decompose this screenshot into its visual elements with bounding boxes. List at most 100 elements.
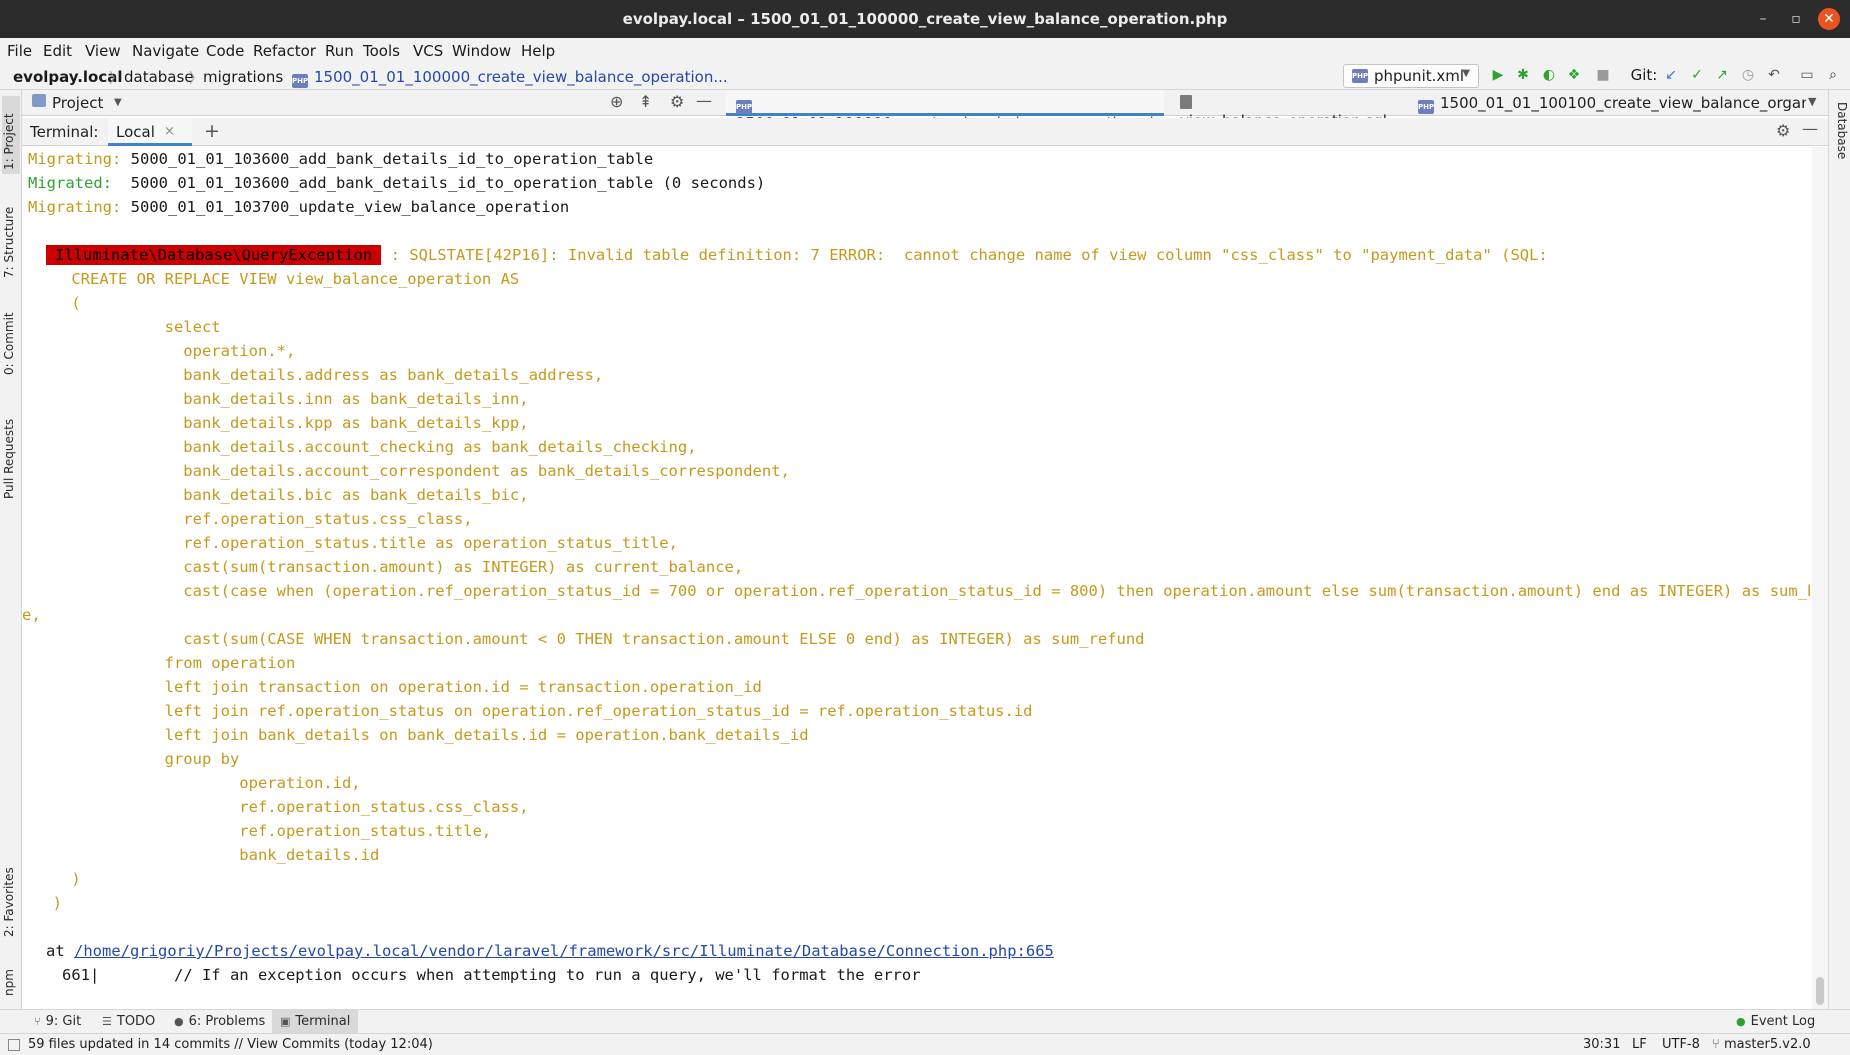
sql-file-icon bbox=[1180, 95, 1192, 109]
chevron-down-icon[interactable]: ▼ bbox=[114, 97, 122, 108]
sql-line: ) bbox=[34, 894, 62, 912]
project-panel-title[interactable]: Project bbox=[52, 94, 103, 112]
code-line: 661| // If an exception occurs when atte… bbox=[62, 963, 921, 987]
migrating-label: Migrating: bbox=[28, 198, 122, 216]
sql-line: select bbox=[34, 318, 221, 336]
editor-tabs: PHP1500_01_01_100000_create_view_balance… bbox=[716, 90, 1828, 132]
collapse-all-icon[interactable]: ⇞ bbox=[639, 92, 652, 111]
migration-name: 5000_01_01_103600_add_bank_details_id_to… bbox=[130, 174, 766, 192]
file-encoding[interactable]: UTF-8 bbox=[1662, 1037, 1700, 1052]
profile-icon[interactable]: ❖ bbox=[1565, 66, 1583, 84]
run-config-label: phpunit.xml bbox=[1374, 67, 1465, 85]
editor-tab[interactable]: view_balance_operation.sql✕ bbox=[1168, 90, 1404, 130]
hide-panel-icon[interactable]: — bbox=[1802, 119, 1818, 138]
tool-tab-problems[interactable]: ● 6: Problems bbox=[166, 1010, 273, 1034]
menu-view[interactable]: View bbox=[85, 42, 121, 60]
terminal-icon: ▣ bbox=[280, 1015, 291, 1028]
editor-tab-active[interactable]: PHP1500_01_01_100000_create_view_balance… bbox=[726, 90, 1185, 132]
scrollbar-thumb[interactable] bbox=[1816, 977, 1824, 1005]
tool-tab-label: 9: Git bbox=[45, 1014, 82, 1029]
tool-tab-project[interactable]: 1: Project bbox=[2, 96, 20, 174]
close-tab-icon[interactable]: × bbox=[164, 124, 175, 139]
menu-window[interactable]: Window bbox=[452, 42, 511, 60]
sql-line: ( bbox=[34, 294, 81, 312]
sql-line: from operation bbox=[34, 654, 296, 672]
sql-line: bank_details.kpp as bank_details_kpp, bbox=[34, 414, 529, 432]
breadcrumb-file[interactable]: PHP 1500_01_01_100000_create_view_balance… bbox=[292, 68, 728, 88]
git-branch-icon: ⑂ bbox=[34, 1015, 41, 1028]
minimize-icon[interactable]: – bbox=[1752, 8, 1774, 30]
menu-code[interactable]: Code bbox=[206, 42, 244, 60]
git-branch[interactable]: master5.v2.0 bbox=[1724, 1037, 1811, 1052]
hide-panel-icon[interactable]: — bbox=[696, 91, 712, 110]
menu-run[interactable]: Run bbox=[325, 42, 354, 60]
debug-icon[interactable]: ✱ bbox=[1514, 66, 1532, 84]
git-rollback-icon[interactable]: ↶ bbox=[1765, 66, 1783, 84]
tabs-overflow-icon[interactable]: ▼ bbox=[1808, 95, 1816, 108]
editor-tab[interactable]: PHP 1500_01_01_100100_create_view_balance… bbox=[1406, 90, 1806, 116]
gear-icon[interactable]: ⚙ bbox=[1776, 121, 1790, 140]
sql-line: group by bbox=[34, 750, 240, 768]
gear-icon[interactable]: ⚙ bbox=[670, 92, 684, 111]
project-icon bbox=[32, 94, 46, 107]
close-window-icon[interactable]: ✕ bbox=[1818, 8, 1840, 30]
project-panel-header: Project ▼ ⊕ ⇞ ⚙ — bbox=[22, 90, 716, 116]
project-structure-icon[interactable]: ▭ bbox=[1798, 66, 1816, 84]
menu-vcs[interactable]: VCS bbox=[413, 42, 443, 60]
php-file-icon: PHP bbox=[292, 74, 308, 88]
tool-tab-npm[interactable]: npm bbox=[2, 954, 20, 1000]
problems-icon: ● bbox=[174, 1015, 184, 1028]
caret-position[interactable]: 30:31 bbox=[1583, 1037, 1620, 1052]
at-label: at bbox=[46, 942, 65, 960]
terminal-tab-local[interactable]: Local × bbox=[108, 118, 192, 146]
sql-line: ref.operation_status.title as operation_… bbox=[34, 534, 678, 552]
source-file-link[interactable]: /home/grigoriy/Projects/evolpay.local/ve… bbox=[74, 942, 1054, 960]
tool-tab-favorites[interactable]: 2: Favorites bbox=[2, 845, 20, 941]
sql-line: left join transaction on operation.id = … bbox=[34, 678, 762, 696]
event-log-button[interactable]: ● Event Log bbox=[1728, 1010, 1823, 1034]
tool-tab-git[interactable]: ⑂ 9: Git bbox=[26, 1010, 89, 1034]
tool-tab-pull-requests[interactable]: Pull Requests bbox=[2, 393, 20, 503]
menu-tools[interactable]: Tools bbox=[363, 42, 400, 60]
tool-tab-todo[interactable]: ☰ TODO bbox=[94, 1010, 163, 1034]
maximize-icon[interactable]: ▫ bbox=[1785, 8, 1807, 30]
breadcrumb-database[interactable]: database bbox=[124, 68, 194, 86]
menu-refactor[interactable]: Refactor bbox=[253, 42, 316, 60]
menu-help[interactable]: Help bbox=[521, 42, 555, 60]
coverage-icon[interactable]: ◐ bbox=[1540, 66, 1558, 84]
menu-file[interactable]: File bbox=[7, 42, 32, 60]
search-icon[interactable]: ⌕ bbox=[1824, 66, 1842, 84]
terminal-scrollbar[interactable] bbox=[1812, 147, 1828, 1009]
tool-tab-commit[interactable]: 0: Commit bbox=[2, 295, 20, 379]
stop-icon[interactable]: ■ bbox=[1594, 66, 1612, 84]
stack-location-line: at /home/grigoriy/Projects/evolpay.local… bbox=[46, 939, 1054, 963]
exception-badge: Illuminate\Database\QueryException bbox=[46, 245, 382, 265]
new-terminal-button[interactable]: + bbox=[204, 120, 220, 142]
terminal-output[interactable]: Migrating: 5000_01_01_103600_add_bank_de… bbox=[22, 147, 1812, 1009]
git-commit-icon[interactable]: ✓ bbox=[1688, 66, 1706, 84]
sql-line: left join bank_details on bank_details.i… bbox=[34, 726, 809, 744]
exception-message: : SQLSTATE[42P16]: Invalid table definit… bbox=[390, 246, 1548, 264]
locate-icon[interactable]: ⊕ bbox=[610, 92, 623, 111]
run-config-selector[interactable]: PHP phpunit.xml ▼ bbox=[1343, 64, 1479, 88]
git-update-icon[interactable]: ↙ bbox=[1662, 66, 1680, 84]
git-label: Git: bbox=[1630, 66, 1658, 84]
sql-line: bank_details.inn as bank_details_inn, bbox=[34, 390, 529, 408]
menu-navigate[interactable]: Navigate bbox=[132, 42, 199, 60]
tool-tab-structure[interactable]: 7: Structure bbox=[2, 190, 20, 282]
run-icon[interactable]: ▶ bbox=[1489, 66, 1507, 84]
git-push-icon[interactable]: ↗ bbox=[1713, 66, 1731, 84]
window-titlebar: evolpay.local – 1500_01_01_100000_create… bbox=[0, 0, 1850, 38]
menu-edit[interactable]: Edit bbox=[43, 42, 72, 60]
sql-line: cast(case when (operation.ref_operation_… bbox=[34, 582, 1810, 600]
git-branch-icon: ⑂ bbox=[1712, 1037, 1720, 1052]
breadcrumb-project[interactable]: evolpay.local bbox=[13, 68, 123, 86]
breadcrumb-migrations[interactable]: migrations bbox=[203, 68, 283, 86]
line-separator[interactable]: LF bbox=[1632, 1037, 1647, 1052]
status-message[interactable]: 59 files updated in 14 commits // View C… bbox=[28, 1037, 433, 1052]
git-history-icon[interactable]: ◷ bbox=[1739, 66, 1757, 84]
tool-tab-terminal[interactable]: ▣ Terminal bbox=[272, 1010, 359, 1034]
sql-line: ref.operation_status.title, bbox=[34, 822, 492, 840]
tool-tab-database[interactable]: Database bbox=[1831, 98, 1849, 184]
status-checkbox-icon[interactable] bbox=[8, 1039, 20, 1051]
